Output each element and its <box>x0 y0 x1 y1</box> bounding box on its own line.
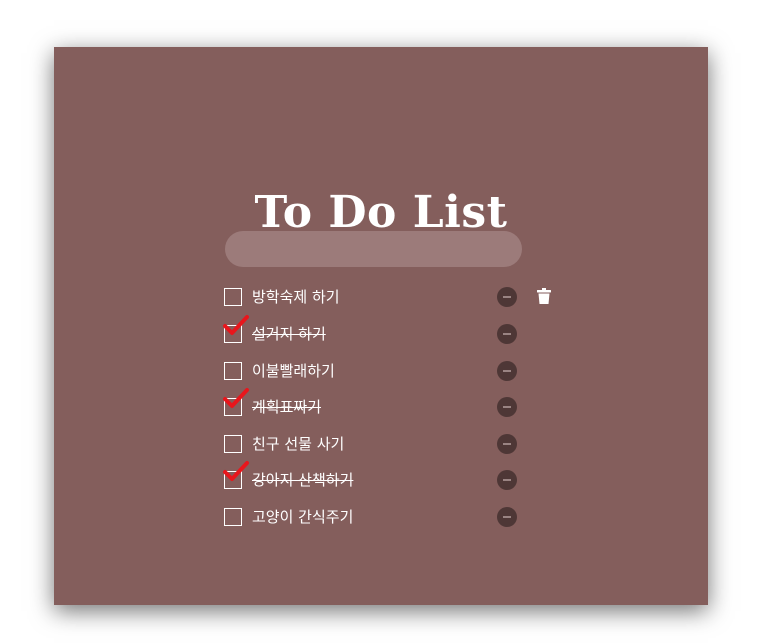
todo-label: 친구 선물 사기 <box>252 435 345 453</box>
todo-checkbox[interactable] <box>224 508 242 526</box>
todo-label: 설거지 하기 <box>252 325 326 343</box>
minus-circle-icon[interactable] <box>497 324 517 344</box>
todo-item: 계획표짜기 <box>223 388 564 420</box>
todo-checkbox[interactable] <box>224 435 242 453</box>
minus-circle-icon[interactable] <box>497 287 517 307</box>
todo-item: 고양이 간식주기 <box>224 507 564 530</box>
minus-circle-icon[interactable] <box>497 397 517 417</box>
minus-circle-icon[interactable] <box>497 361 517 381</box>
minus-circle-icon[interactable] <box>497 434 517 454</box>
checkmark-icon <box>223 388 249 408</box>
todo-item: 친구 선물 사기 <box>224 434 564 457</box>
todo-item: 강아지 산책하기 <box>223 461 564 493</box>
todo-item: 방학숙제 하기 <box>224 287 564 310</box>
checkmark-icon <box>223 461 249 481</box>
trash-icon[interactable] <box>537 288 551 304</box>
todo-checkbox[interactable] <box>224 362 242 380</box>
minus-circle-icon[interactable] <box>497 507 517 527</box>
checkmark-icon <box>223 315 249 335</box>
todo-label: 이불빨래하기 <box>252 362 335 380</box>
todo-label: 강아지 산책하기 <box>252 471 354 489</box>
new-todo-input[interactable] <box>225 231 522 267</box>
minus-circle-icon[interactable] <box>497 470 517 490</box>
todo-checkbox[interactable] <box>224 288 242 306</box>
todo-label: 방학숙제 하기 <box>252 288 340 306</box>
todo-label: 계획표짜기 <box>252 398 322 416</box>
todo-item: 이불빨래하기 <box>224 361 564 384</box>
todo-label: 고양이 간식주기 <box>252 508 354 526</box>
todo-item: 설거지 하기 <box>223 315 564 347</box>
